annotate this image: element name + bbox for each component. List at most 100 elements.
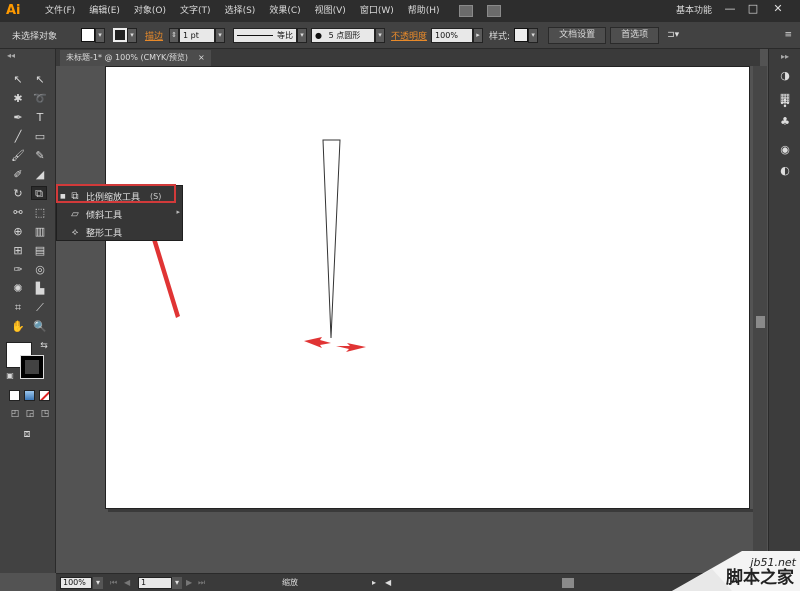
opacity-link[interactable]: 不透明度 bbox=[391, 29, 427, 42]
color-mode-button[interactable] bbox=[9, 390, 20, 401]
free-transform-tool-icon[interactable]: ⬚ bbox=[32, 206, 48, 220]
eyedropper-tool-icon[interactable]: ✑ bbox=[10, 263, 26, 277]
slice-tool-icon[interactable]: ⟋ bbox=[32, 301, 48, 315]
graphic-style-swatch[interactable] bbox=[514, 28, 529, 42]
stroke-weight-stepper[interactable]: ⇕ bbox=[169, 27, 180, 43]
opacity-field[interactable]: 100% bbox=[431, 27, 474, 43]
paintbrush-tool-icon[interactable]: 🖌 bbox=[10, 149, 26, 163]
scroll-left-icon[interactable]: ◀ bbox=[385, 577, 391, 589]
screen-mode-icon[interactable]: ⧈ bbox=[19, 427, 35, 441]
pencil-tool-icon[interactable]: ✎ bbox=[32, 149, 48, 163]
line-tool-icon[interactable]: ╱ bbox=[10, 130, 26, 144]
draw-inside-icon[interactable]: ◳ bbox=[37, 407, 53, 421]
stroke-color-swatch[interactable] bbox=[113, 28, 128, 42]
stroke-panel-icon[interactable]: ◉ bbox=[777, 143, 793, 157]
minimize-button[interactable]: — bbox=[721, 2, 739, 16]
lasso-tool-icon[interactable]: ➰ bbox=[32, 92, 48, 106]
default-colors-icon[interactable]: ▣ bbox=[2, 369, 18, 383]
menu-effect[interactable]: 效果(C) bbox=[262, 0, 307, 22]
menu-view[interactable]: 视图(V) bbox=[308, 0, 353, 22]
menu-window[interactable]: 窗口(W) bbox=[353, 0, 401, 22]
artboard-dropdown-icon[interactable]: ▾ bbox=[172, 577, 182, 589]
artboard[interactable] bbox=[105, 66, 750, 509]
color-panel-icon[interactable]: ◑ bbox=[777, 69, 793, 83]
profile-dropdown[interactable]: ▾ bbox=[297, 27, 308, 43]
menu-edit[interactable]: 编辑(E) bbox=[82, 0, 127, 22]
workspace-switcher[interactable]: 基本功能 bbox=[676, 0, 712, 22]
menu-help[interactable]: 帮助(H) bbox=[401, 0, 447, 22]
symbol-sprayer-tool-icon[interactable]: ✺ bbox=[10, 282, 26, 296]
brush-definition[interactable]: ● 5 点圆形 bbox=[311, 27, 376, 43]
zoom-dropdown-icon[interactable]: ▾ bbox=[93, 577, 103, 589]
mesh-tool-icon[interactable]: ⊞ bbox=[10, 244, 26, 258]
last-artboard-icon[interactable]: ⏭ bbox=[198, 577, 205, 589]
collapse-toolbar-icon[interactable]: ◂◂ bbox=[3, 49, 19, 63]
type-tool-icon[interactable]: T bbox=[32, 111, 48, 125]
gradient-mode-button[interactable] bbox=[24, 390, 35, 401]
hand-tool-icon[interactable]: ✋ bbox=[10, 320, 26, 334]
direct-selection-tool-icon[interactable]: ↖ bbox=[32, 73, 48, 87]
shape-builder-tool-icon[interactable]: ⊕ bbox=[10, 225, 26, 239]
scale-tool-icon[interactable]: ⧉ bbox=[31, 186, 47, 200]
flyout-item-reshape[interactable]: ⟡ 整形工具 bbox=[57, 223, 177, 241]
zoom-tool-icon[interactable]: 🔍 bbox=[32, 320, 48, 334]
menu-type[interactable]: 文字(T) bbox=[173, 0, 218, 22]
stroke-color-box[interactable] bbox=[20, 355, 44, 379]
opacity-dropdown[interactable]: ▸ bbox=[473, 27, 484, 43]
flyout-item-shear[interactable]: ▱ 倾斜工具 bbox=[57, 205, 177, 223]
gradient-tool-icon[interactable]: ▤ bbox=[32, 244, 48, 258]
close-window-button[interactable]: ✕ bbox=[769, 2, 787, 16]
fill-dropdown[interactable]: ▾ bbox=[95, 27, 106, 43]
expand-panels-icon[interactable]: ▸▸ bbox=[777, 50, 793, 64]
pen-tool-icon[interactable]: ✒ bbox=[10, 111, 26, 125]
menu-file[interactable]: 文件(F) bbox=[38, 0, 82, 22]
tearoff-arrow-icon[interactable]: ▸ bbox=[176, 208, 180, 216]
document-tab-close-icon[interactable]: × bbox=[198, 50, 205, 66]
column-graph-tool-icon[interactable]: ▙ bbox=[32, 282, 48, 296]
swap-fill-stroke-icon[interactable]: ⇆ bbox=[36, 339, 52, 353]
vertical-scroll-thumb[interactable] bbox=[756, 316, 765, 328]
preferences-button[interactable]: 首选项 bbox=[610, 26, 660, 44]
vertical-scrollbar[interactable] bbox=[753, 66, 767, 573]
magic-wand-tool-icon[interactable]: ✱ bbox=[10, 92, 26, 106]
none-mode-button[interactable] bbox=[39, 390, 50, 401]
blend-tool-icon[interactable]: ◎ bbox=[32, 263, 48, 277]
zoom-field[interactable]: 100% bbox=[60, 577, 92, 589]
first-artboard-icon[interactable]: ⏮ bbox=[110, 577, 117, 589]
width-tool-icon[interactable]: ⚯ bbox=[10, 206, 26, 220]
variable-width-profile[interactable]: 等比 bbox=[233, 27, 298, 43]
rectangle-tool-icon[interactable]: ▭ bbox=[32, 130, 48, 144]
blob-brush-tool-icon[interactable]: ✐ bbox=[10, 168, 26, 182]
symbols-panel-icon[interactable]: ♣ bbox=[777, 115, 793, 129]
artboard-number-field[interactable]: 1 bbox=[138, 577, 172, 589]
brush-dropdown[interactable]: ▾ bbox=[375, 27, 386, 43]
arrange-documents-icon[interactable] bbox=[486, 5, 501, 17]
menu-object[interactable]: 对象(O) bbox=[127, 0, 173, 22]
status-menu-icon[interactable]: ▸ bbox=[372, 577, 376, 589]
graphic-style-dropdown[interactable]: ▾ bbox=[528, 27, 539, 43]
fill-color-swatch[interactable] bbox=[81, 28, 96, 42]
align-options-icon[interactable]: ⊐▾ bbox=[667, 30, 679, 40]
stroke-weight-field[interactable]: 1 pt bbox=[179, 27, 216, 43]
bridge-icon[interactable] bbox=[458, 5, 473, 17]
maximize-button[interactable]: □ bbox=[744, 2, 762, 16]
document-tab[interactable]: 未标题-1* @ 100% (CMYK/预览) × bbox=[60, 50, 211, 66]
selection-tool-icon[interactable]: ↖ bbox=[10, 73, 26, 87]
next-artboard-icon[interactable]: ▶ bbox=[186, 577, 192, 589]
artboard-tool-icon[interactable]: ⌗ bbox=[10, 301, 26, 315]
eraser-tool-icon[interactable]: ◢ bbox=[32, 168, 48, 182]
horizontal-scroll-thumb[interactable] bbox=[562, 578, 574, 588]
brushes-panel-icon[interactable]: ✣ bbox=[777, 97, 793, 111]
perspective-grid-tool-icon[interactable]: ▥ bbox=[32, 225, 48, 239]
stroke-link[interactable]: 描边 bbox=[145, 29, 163, 42]
menu-select[interactable]: 选择(S) bbox=[218, 0, 263, 22]
rotate-tool-icon[interactable]: ↻ bbox=[10, 187, 26, 201]
document-setup-button[interactable]: 文档设置 bbox=[548, 26, 607, 44]
panel-menu-icon[interactable]: ≡ bbox=[784, 30, 792, 40]
previous-artboard-icon[interactable]: ◀ bbox=[124, 577, 130, 589]
stroke-dropdown[interactable]: ▾ bbox=[127, 27, 138, 43]
draw-normal-icon[interactable]: ◰ bbox=[7, 407, 23, 421]
transparency-panel-icon[interactable]: ◐ bbox=[777, 164, 793, 178]
draw-behind-icon[interactable]: ◲ bbox=[22, 407, 38, 421]
stroke-weight-dropdown[interactable]: ▾ bbox=[215, 27, 226, 43]
